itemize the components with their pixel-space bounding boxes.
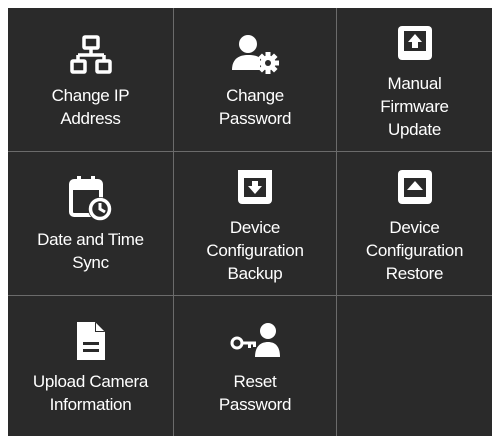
archive-down-icon	[230, 162, 280, 212]
device-configuration-restore-label: Device Configuration Restore	[365, 218, 464, 283]
date-and-time-sync-tile[interactable]: Date and Time Sync	[8, 152, 173, 295]
calendar-clock-icon	[66, 174, 116, 224]
manual-firmware-update-tile[interactable]: Manual Firmware Update	[337, 8, 492, 151]
upload-box-icon	[390, 18, 440, 68]
change-password-label: Change Password	[218, 85, 292, 128]
manual-firmware-update-label: Manual Firmware Update	[380, 74, 449, 139]
device-configuration-backup-label: Device Configuration Backup	[206, 218, 304, 283]
key-user-icon	[230, 316, 280, 366]
device-configuration-restore-tile[interactable]: Device Configuration Restore	[337, 152, 492, 295]
archive-up-icon	[390, 162, 440, 212]
user-settings-icon	[230, 30, 280, 80]
upload-camera-information-label: Upload Camera Information	[32, 372, 149, 414]
change-password-tile[interactable]: Change Password	[174, 8, 336, 151]
change-ip-address-tile[interactable]: Change IP Address	[8, 8, 173, 151]
change-ip-address-label: Change IP Address	[51, 85, 130, 128]
document-icon	[66, 316, 116, 366]
reset-password-tile[interactable]: Reset Password	[174, 296, 336, 436]
reset-password-label: Reset Password	[218, 372, 292, 414]
tools-grid: Change IP Address Change Password Manual…	[8, 8, 492, 436]
empty-tile	[337, 296, 492, 436]
device-configuration-backup-tile[interactable]: Device Configuration Backup	[174, 152, 336, 295]
upload-camera-information-tile[interactable]: Upload Camera Information	[8, 296, 173, 436]
network-icon	[66, 30, 116, 80]
date-and-time-sync-label: Date and Time Sync	[37, 229, 144, 272]
